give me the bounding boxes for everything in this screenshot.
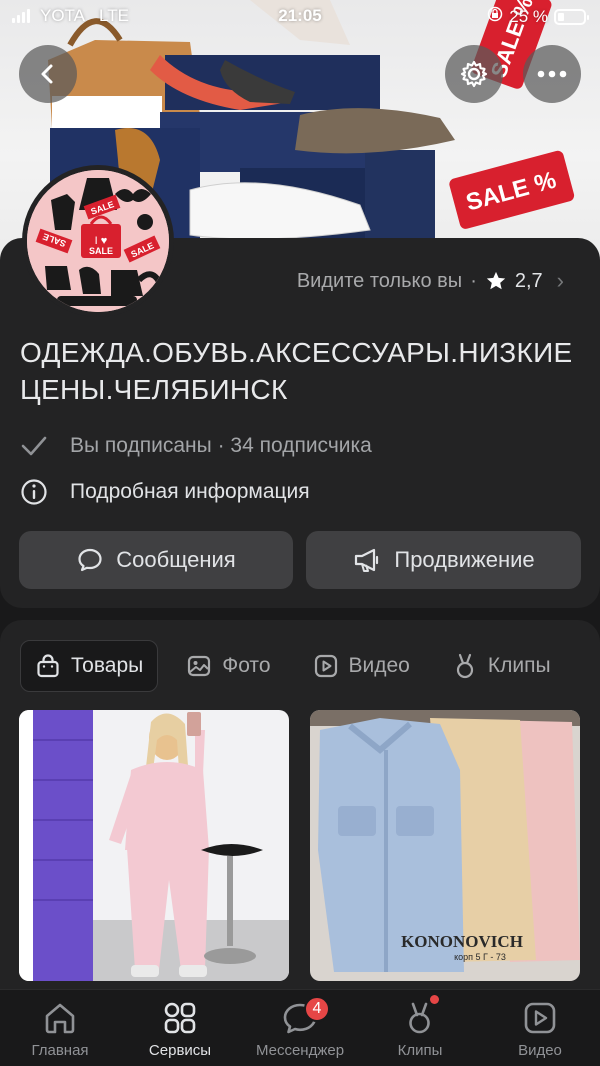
nav-clips-label: Клипы: [397, 1042, 443, 1059]
megaphone-icon: [355, 548, 379, 572]
checkmark-icon: [21, 436, 47, 456]
nav-messenger-label: Мессенджер: [255, 1042, 345, 1059]
message-bubble-icon: [78, 548, 102, 572]
nav-clips[interactable]: Клипы: [360, 990, 480, 1066]
product-card[interactable]: KONONOVICH корп 5 Г - 73: [310, 710, 580, 981]
nav-messenger[interactable]: 4 Мессенджер: [240, 990, 360, 1066]
photo-icon: [188, 655, 211, 677]
community-avatar[interactable]: I ♥ SALE SALE SALE SALE: [22, 165, 174, 317]
subscription-text: Вы подписаны · 34 подписчика: [70, 434, 372, 457]
home-icon: [45, 1003, 75, 1034]
messages-label: Сообщения: [116, 547, 236, 572]
video-icon: [524, 1002, 556, 1034]
video-icon: [314, 654, 337, 678]
messages-button[interactable]: Сообщения: [19, 531, 293, 589]
separator-dot: ·: [470, 269, 477, 292]
chevron-right-icon: ›: [556, 268, 564, 293]
tab-products[interactable]: Товары: [20, 640, 159, 692]
star-icon: [486, 271, 506, 290]
chevron-left-icon: [41, 64, 53, 84]
settings-button[interactable]: [445, 45, 503, 103]
clips-icon: [456, 653, 473, 679]
nav-services[interactable]: Сервисы: [120, 990, 240, 1066]
back-button[interactable]: [19, 45, 77, 103]
subscription-row[interactable]: Вы подписаны · 34 подписчика: [20, 434, 372, 458]
tab-clips[interactable]: Клипы: [438, 640, 565, 692]
orientation-lock-icon: [487, 6, 503, 27]
nav-video[interactable]: Видео: [480, 990, 600, 1066]
tab-video[interactable]: Видео: [299, 640, 424, 692]
details-text: Подробная информация: [70, 480, 310, 503]
shopping-bag-icon: [37, 654, 59, 678]
visibility-text: Видите только вы: [296, 269, 463, 292]
rating-value: 2,7: [514, 269, 543, 292]
services-icon: [164, 1002, 196, 1034]
tab-clips-label: Клипы: [487, 654, 551, 677]
tab-products-label: Товары: [71, 654, 144, 677]
notification-dot: [430, 995, 439, 1004]
promotion-button[interactable]: Продвижение: [306, 531, 581, 589]
details-row[interactable]: Подробная информация: [20, 478, 310, 506]
more-button[interactable]: [523, 45, 581, 103]
nav-home-label: Главная: [31, 1042, 89, 1059]
bottom-navigation: Главная Сервисы 4 Мессенджер Клипы Видео: [0, 989, 600, 1066]
more-dots-icon: [537, 70, 567, 78]
battery-icon: [554, 8, 589, 25]
svg-text:корп 5 Г - 73: корп 5 Г - 73: [454, 952, 506, 962]
gear-icon: [460, 60, 488, 88]
nav-services-label: Сервисы: [148, 1042, 212, 1059]
community-title: ОДЕЖДА.ОБУВЬ.АКСЕССУАРЫ.НИЗКИЕ ЦЕНЫ.ЧЕЛЯ…: [20, 337, 573, 405]
nav-home[interactable]: Главная: [0, 990, 120, 1066]
visibility-rating-row[interactable]: Видите только вы · 2,7 ›: [297, 268, 564, 294]
tab-photo-label: Фото: [222, 654, 271, 677]
svg-text:SALE: SALE: [89, 246, 113, 256]
status-bar: YOTA LTE 21:05 25 %: [0, 0, 600, 34]
promotion-label: Продвижение: [394, 547, 535, 572]
tab-photo[interactable]: Фото: [172, 640, 284, 692]
nav-video-label: Видео: [518, 1042, 562, 1059]
clips-icon: [409, 1002, 430, 1034]
tab-video-label: Видео: [348, 654, 410, 677]
product-image: [19, 710, 289, 981]
info-icon: [21, 479, 47, 505]
content-tabs: Товары Фото Видео Клипы: [20, 640, 579, 692]
product-image: KONONOVICH корп 5 Г - 73: [310, 710, 580, 981]
unread-badge: 4: [304, 996, 330, 1022]
product-card[interactable]: [19, 710, 289, 981]
svg-text:KONONOVICH: KONONOVICH: [401, 932, 523, 951]
battery-percent: 25 %: [509, 6, 548, 26]
